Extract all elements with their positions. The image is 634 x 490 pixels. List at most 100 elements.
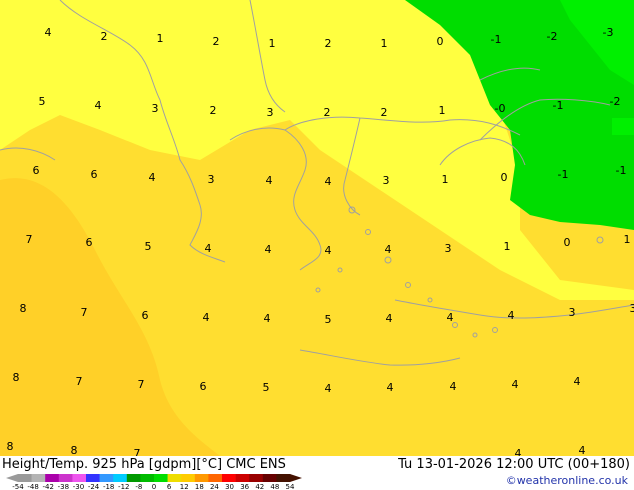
temperature-label: 3	[208, 173, 215, 186]
color-legend	[6, 474, 302, 482]
legend-tick-label: 54	[286, 483, 295, 490]
legend-swatch	[18, 474, 32, 482]
temperature-label: 1	[442, 173, 449, 186]
temperature-label: 5	[263, 381, 270, 394]
legend-tick-label: 6	[167, 483, 172, 490]
weather-map-page: 4 2 1 2 1 2 1 0 -1 -2 -3 5 4 3 2 3 2 2 1 -0 -1 -2 6 6 4 3 4 4 3 1 0 -1-…	[0, 0, 634, 490]
temperature-label: 4	[574, 375, 581, 388]
temperature-label: 1	[381, 37, 388, 50]
temperature-label: 6	[142, 309, 149, 322]
temperature-label: 2	[325, 37, 332, 50]
temperature-label: 1	[439, 104, 446, 117]
temperature-label: -1	[491, 33, 502, 46]
temperature-label: 1	[624, 233, 631, 246]
legend-swatch	[262, 474, 277, 482]
legend-swatch	[194, 474, 209, 482]
legend-swatch	[154, 474, 168, 482]
temperature-label: 4	[325, 244, 332, 257]
temperature-label: 1	[269, 37, 276, 50]
legend-swatch	[72, 474, 87, 482]
legend-tick-label: 48	[270, 483, 279, 490]
temperature-label: -1	[558, 168, 569, 181]
temperature-label: -2	[547, 30, 558, 43]
legend-swatch	[31, 474, 46, 482]
legend-tick-label: -18	[103, 483, 114, 490]
temperature-label: 4	[387, 381, 394, 394]
legend-swatch	[126, 474, 141, 482]
temperature-label: 1	[504, 240, 511, 253]
legend-tick-label: 42	[255, 483, 264, 490]
legend-swatch	[249, 474, 264, 482]
temperature-label: 7	[138, 378, 145, 391]
legend-tick-label: -42	[43, 483, 54, 490]
temperature-label: 3	[152, 102, 159, 115]
temperature-label: 6	[33, 164, 40, 177]
temperature-label: 4	[450, 380, 457, 393]
temperature-label: -2	[610, 95, 621, 108]
legend-swatch	[86, 474, 100, 482]
credit-link[interactable]: ©weatheronline.co.uk	[506, 474, 628, 487]
legend-tick-label: 24	[210, 483, 219, 490]
temperature-label: 8	[20, 302, 27, 315]
temperature-label: 0	[437, 35, 444, 48]
temperature-label: 6	[200, 380, 207, 393]
legend-tick-label: -48	[27, 483, 38, 490]
temperature-label: 8	[13, 371, 20, 384]
temperature-label: 4	[149, 171, 156, 184]
legend-swatch	[58, 474, 73, 482]
legend-swatch	[99, 474, 114, 482]
temperature-label: 5	[325, 313, 332, 326]
legend-tick-label: -8	[135, 483, 142, 490]
temperature-label: 2	[213, 35, 220, 48]
legend-tick-label: 30	[225, 483, 234, 490]
temperature-label: 2	[381, 106, 388, 119]
temperature-label: 2	[210, 104, 217, 117]
temperature-label: 4	[386, 312, 393, 325]
legend-tick-label: 12	[180, 483, 189, 490]
legend-swatch	[113, 474, 128, 482]
legend-tick-label: -24	[88, 483, 100, 490]
legend-swatch	[181, 474, 196, 482]
temperature-label: 1	[157, 32, 164, 45]
legend-swatch	[167, 474, 182, 482]
temperature-label: -0	[495, 102, 506, 115]
temperature-label: 3	[267, 106, 274, 119]
legend-swatch	[140, 474, 155, 482]
temperature-label: 7	[81, 306, 88, 319]
temperature-label: 3	[383, 174, 390, 187]
temperature-label: 5	[39, 95, 46, 108]
temperature-label: 0	[501, 171, 508, 184]
temperature-label: 3	[445, 242, 452, 255]
legend-tick-label: 18	[195, 483, 204, 490]
legend-swatch	[222, 474, 236, 482]
temperature-label: 8	[71, 444, 78, 457]
temperature-label: -1	[553, 99, 564, 112]
legend-swatch	[235, 474, 250, 482]
temperature-label: 4	[203, 311, 210, 324]
temperature-label: 4	[512, 378, 519, 391]
temperature-label: 6	[91, 168, 98, 181]
temperature-label: 5	[145, 240, 152, 253]
legend-swatch	[45, 474, 60, 482]
temperature-label: 4	[579, 444, 586, 457]
temperature-label: 8	[7, 440, 14, 453]
temperature-label: 4	[385, 243, 392, 256]
temperature-label: 3	[630, 302, 634, 315]
map-datetime: Tu 13-01-2026 12:00 UTC (00+180)	[398, 457, 630, 472]
legend-tick-label: -30	[73, 483, 84, 490]
legend-swatch	[208, 474, 223, 482]
field-bright-green-patch	[612, 118, 634, 135]
temperature-label: 4	[447, 311, 454, 324]
temperature-label: 3	[569, 306, 576, 319]
temperature-label: 2	[101, 30, 108, 43]
legend-tick-label: -12	[118, 483, 129, 490]
temperature-label: 4	[325, 382, 332, 395]
legend-tick-label: -38	[58, 483, 69, 490]
temperature-label: 4	[205, 242, 212, 255]
temperature-label: 4	[264, 312, 271, 325]
temperature-label: 2	[324, 106, 331, 119]
temperature-label: 4	[508, 309, 515, 322]
temperature-label: 4	[266, 174, 273, 187]
temperature-map: 4 2 1 2 1 2 1 0 -1 -2 -35 4 3 2 3 2 2 1 -0 -1 -26 6 4 3 4 4 3 1 0 -1-…	[0, 0, 634, 490]
temperature-label: -1	[616, 164, 627, 177]
